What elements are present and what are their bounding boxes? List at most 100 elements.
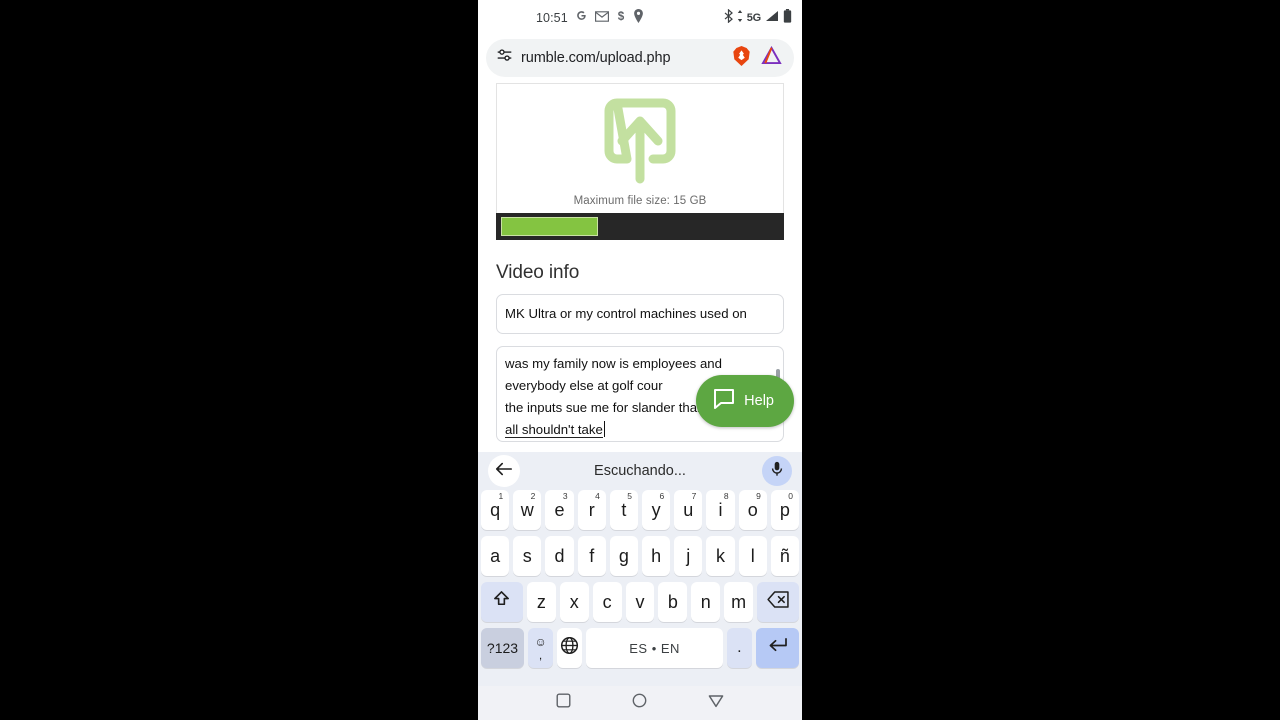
help-button-label: Help — [744, 393, 774, 409]
key-t-number: 5 — [627, 491, 632, 501]
key-u-label: u — [683, 499, 694, 520]
key-enye[interactable]: ñ — [770, 536, 800, 576]
key-c[interactable]: c — [592, 582, 622, 622]
shift-key[interactable] — [481, 582, 523, 622]
keyboard-row-1: 1q 2w 3e 4r 5t 6y 7u 8i 9o 0p — [478, 490, 802, 530]
key-o-label: o — [747, 499, 758, 520]
key-r-label: r — [588, 499, 595, 520]
microphone-icon — [770, 461, 784, 482]
key-f[interactable]: f — [577, 536, 606, 576]
key-n[interactable]: n — [691, 582, 721, 622]
status-bar-right: 5G — [724, 0, 792, 36]
key-p-number: 0 — [788, 491, 794, 501]
globe-language-icon — [560, 636, 579, 660]
bluetooth-icon — [724, 8, 733, 28]
key-v[interactable]: v — [625, 582, 655, 622]
status-bar: 10:51 $ 5G — [478, 0, 802, 36]
signal-bars-icon — [765, 9, 779, 27]
tune-sliders-icon[interactable] — [496, 47, 513, 69]
description-line: was my family now is employees and — [505, 356, 722, 371]
key-e-label: e — [554, 499, 565, 520]
location-pin-icon — [633, 8, 644, 28]
period-key[interactable]: . — [726, 628, 752, 668]
key-d[interactable]: d — [545, 536, 574, 576]
key-o-number: 9 — [756, 491, 761, 501]
battery-icon — [783, 8, 792, 28]
comma-glyph: , — [538, 647, 543, 662]
key-z[interactable]: z — [526, 582, 556, 622]
key-e-number: 3 — [562, 491, 568, 501]
key-t[interactable]: 5t — [609, 490, 638, 530]
emoji-icon: ☺ , — [534, 636, 546, 661]
space-key[interactable]: ES • EN — [586, 628, 723, 668]
dollar-icon: $ — [616, 9, 626, 28]
backspace-key[interactable] — [757, 582, 800, 622]
network-type-label: 5G — [746, 12, 761, 24]
key-t-label: t — [621, 499, 627, 520]
key-p[interactable]: 0p — [770, 490, 800, 530]
android-nav-bar — [478, 686, 802, 720]
svg-text:$: $ — [618, 9, 625, 22]
key-b[interactable]: b — [658, 582, 688, 622]
circle-home-icon[interactable] — [632, 693, 647, 713]
browser-toolbar: rumble.com/upload.php — [478, 36, 802, 83]
upload-arrow-box-icon — [595, 91, 685, 191]
key-y-number: 6 — [659, 491, 665, 501]
key-y-label: y — [651, 499, 661, 520]
phone-screen: 10:51 $ 5G rumble.com/upload.php Maximum… — [478, 0, 802, 720]
url-text[interactable]: rumble.com/upload.php — [521, 50, 724, 66]
key-h[interactable]: h — [642, 536, 671, 576]
key-k[interactable]: k — [706, 536, 735, 576]
brave-lion-shield-icon[interactable] — [732, 45, 751, 71]
video-title-value: MK Ultra or my control machines used on — [505, 306, 747, 322]
key-l[interactable]: l — [738, 536, 767, 576]
video-info-heading: Video info — [496, 262, 580, 283]
status-bar-left: 10:51 $ — [536, 8, 644, 28]
enter-key[interactable] — [756, 628, 799, 668]
enter-return-icon — [767, 637, 788, 659]
chat-bubble-icon — [712, 388, 736, 414]
key-g[interactable]: g — [609, 536, 638, 576]
keyboard-mic-button[interactable] — [762, 456, 792, 486]
key-y[interactable]: 6y — [642, 490, 671, 530]
help-button[interactable]: Help — [696, 375, 794, 427]
shift-arrow-icon — [492, 590, 511, 614]
text-caret — [603, 421, 606, 437]
symbols-key[interactable]: ?123 — [481, 628, 524, 668]
brave-triangle-icon[interactable] — [761, 45, 782, 70]
key-q[interactable]: 1q — [480, 490, 510, 530]
backspace-icon — [766, 591, 790, 613]
key-w-label: w — [520, 499, 534, 520]
emoji-comma-key[interactable]: ☺ , — [528, 628, 554, 668]
key-r[interactable]: 4r — [577, 490, 606, 530]
data-arrows-icon — [737, 9, 743, 27]
key-o[interactable]: 9o — [738, 490, 767, 530]
address-bar[interactable]: rumble.com/upload.php — [486, 39, 794, 77]
video-title-input[interactable]: MK Ultra or my control machines used on — [496, 294, 784, 334]
key-j[interactable]: j — [674, 536, 703, 576]
upload-progress-bar — [496, 213, 784, 240]
key-m[interactable]: m — [724, 582, 754, 622]
square-recents-icon[interactable] — [556, 693, 571, 713]
google-icon — [575, 9, 588, 27]
key-x[interactable]: x — [559, 582, 589, 622]
emoji-glyph: ☺ — [534, 634, 547, 649]
key-r-number: 4 — [595, 491, 600, 501]
key-s[interactable]: s — [513, 536, 542, 576]
keyboard-row-3: z x c v b n m — [478, 582, 802, 622]
symbols-key-label: ?123 — [486, 640, 519, 656]
language-switch-key[interactable] — [557, 628, 583, 668]
keyboard-row-4: ?123 ☺ , ES • EN . — [478, 628, 802, 668]
on-screen-keyboard: Escuchando... 1q 2w 3e 4r 5 t 6 y 7 u 8 … — [478, 452, 802, 686]
triangle-back-icon[interactable] — [708, 694, 724, 713]
key-q-number: 1 — [498, 491, 504, 501]
key-w[interactable]: 2w — [513, 490, 542, 530]
key-u[interactable]: 7u — [674, 490, 703, 530]
key-u-number: 7 — [691, 491, 697, 501]
key-e[interactable]: 3e — [545, 490, 574, 530]
upload-dropzone[interactable]: Maximum file size: 15 GB — [496, 83, 784, 213]
key-i[interactable]: 8i — [706, 490, 735, 530]
key-a[interactable]: a — [480, 536, 510, 576]
key-i-label: i — [718, 499, 723, 520]
voice-status-label: Escuchando... — [594, 463, 686, 479]
